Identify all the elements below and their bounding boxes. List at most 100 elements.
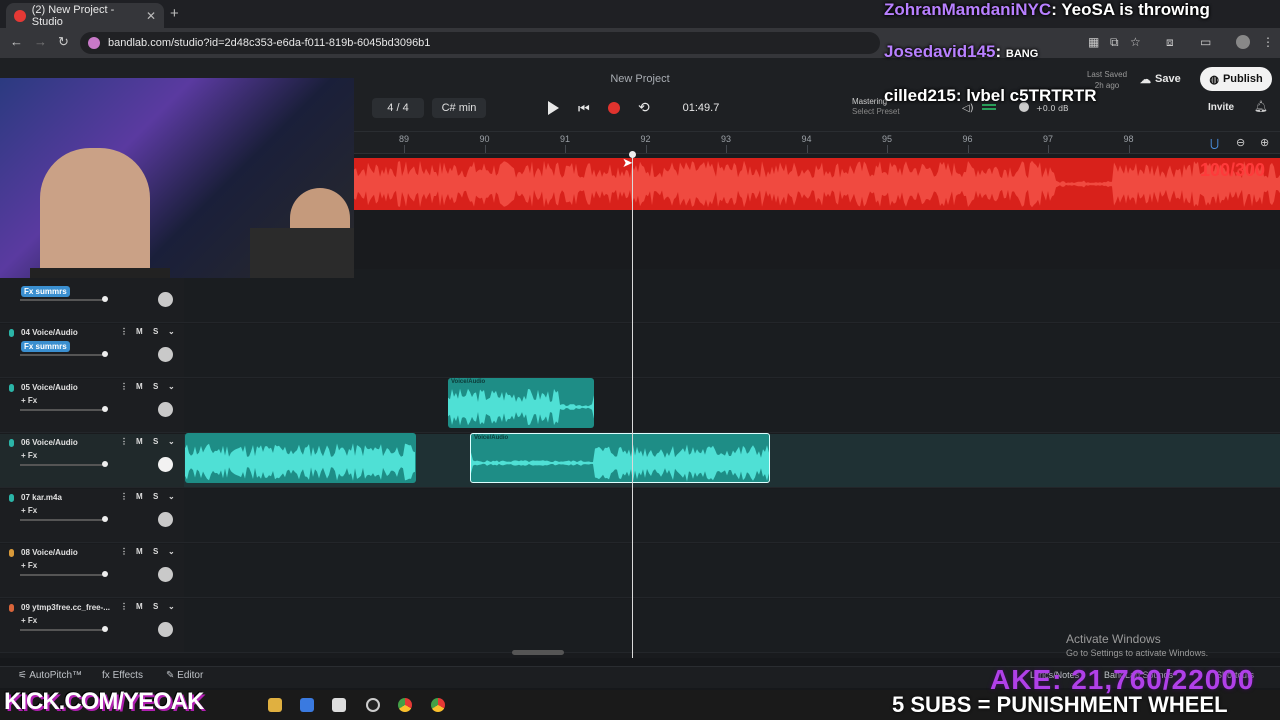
snap-magnet-icon[interactable]: ⋃: [1210, 137, 1219, 150]
volume-slider[interactable]: [20, 461, 108, 467]
track-name[interactable]: 07 kar.m4a: [21, 493, 62, 502]
track-name[interactable]: 09 ytmp3free.cc_free-...: [21, 603, 110, 612]
effects-button[interactable]: fx Effects: [102, 670, 143, 681]
fx-button[interactable]: + Fx: [21, 451, 37, 460]
volume-slider[interactable]: [20, 296, 108, 302]
extensions-puzzle-icon[interactable]: ⧈: [1166, 35, 1174, 50]
chevron-down-icon[interactable]: ⌄: [168, 437, 175, 446]
track-menu-icon[interactable]: ⋮: [120, 602, 128, 611]
pan-knob[interactable]: [158, 512, 173, 527]
mute-button[interactable]: M: [136, 437, 143, 446]
volume-slider-thumb[interactable]: [102, 351, 108, 357]
track-header[interactable]: 09 ytmp3free.cc_free-... ⋮ M S ⌄ + Fx: [0, 599, 184, 653]
mute-button[interactable]: M: [136, 602, 143, 611]
track-lane[interactable]: [184, 544, 1280, 598]
track-name[interactable]: 08 Voice/Audio: [21, 548, 78, 557]
track-header[interactable]: 07 kar.m4a ⋮ M S ⌄ + Fx: [0, 489, 184, 543]
volume-slider-thumb[interactable]: [102, 571, 108, 577]
autopitch-button[interactable]: ⚟ AutoPitch™: [18, 670, 82, 681]
solo-button[interactable]: S: [153, 382, 158, 391]
track-header[interactable]: 05 Voice/Audio ⋮ M S ⌄ + Fx: [0, 379, 184, 433]
play-icon[interactable]: [548, 101, 559, 115]
track-lane[interactable]: [184, 489, 1280, 543]
file-explorer-icon[interactable]: [268, 698, 282, 712]
volume-slider[interactable]: [20, 516, 108, 522]
solo-button[interactable]: S: [153, 437, 158, 446]
url-field[interactable]: bandlab.com/studio?id=2d48c353-e6da-f011…: [80, 32, 880, 54]
playhead[interactable]: [632, 154, 633, 658]
pan-knob[interactable]: [158, 402, 173, 417]
zoom-out-icon[interactable]: ⊖: [1236, 136, 1245, 149]
store-icon[interactable]: [300, 698, 314, 712]
cast-icon[interactable]: ⧉: [1110, 35, 1119, 50]
key-selector[interactable]: C# min: [432, 98, 486, 118]
track-header[interactable]: 06 Voice/Audio ⋮ M S ⌄ + Fx: [0, 434, 184, 488]
extension-icon[interactable]: ▦: [1088, 35, 1099, 49]
audio-clip[interactable]: Voice/Audio: [448, 378, 594, 428]
fx-button[interactable]: Fx summrs: [21, 286, 70, 297]
fx-button[interactable]: + Fx: [21, 561, 37, 570]
volume-slider-thumb[interactable]: [102, 516, 108, 522]
profile-avatar[interactable]: [1236, 35, 1250, 49]
volume-slider-thumb[interactable]: [102, 296, 108, 302]
volume-slider-thumb[interactable]: [102, 461, 108, 467]
track-menu-icon[interactable]: ⋮: [120, 492, 128, 501]
notepad-icon[interactable]: [332, 698, 346, 712]
volume-slider-thumb[interactable]: [102, 406, 108, 412]
volume-slider-thumb[interactable]: [102, 626, 108, 632]
volume-slider[interactable]: [20, 571, 108, 577]
chevron-down-icon[interactable]: ⌄: [168, 602, 175, 611]
track-menu-icon[interactable]: ⋮: [120, 382, 128, 391]
skip-to-start-icon[interactable]: ⏮: [578, 101, 590, 117]
browser-tab[interactable]: (2) New Project - Studio ✕: [6, 3, 164, 28]
mute-button[interactable]: M: [136, 547, 143, 556]
fx-button[interactable]: + Fx: [21, 616, 37, 625]
sidebar-icon[interactable]: ▭: [1200, 35, 1211, 49]
fx-button[interactable]: Fx summrs: [21, 341, 70, 352]
track-lane[interactable]: [184, 379, 1280, 433]
reload-icon[interactable]: ↻: [58, 34, 69, 50]
chevron-down-icon[interactable]: ⌄: [168, 382, 175, 391]
chrome-icon[interactable]: [398, 698, 412, 712]
track-menu-icon[interactable]: ⋮: [120, 437, 128, 446]
red-audio-region[interactable]: [354, 158, 1280, 210]
browser-menu-icon[interactable]: ⋮: [1262, 35, 1274, 49]
bookmark-star-icon[interactable]: ☆: [1130, 35, 1141, 49]
track-menu-icon[interactable]: ⋮: [120, 327, 128, 336]
fx-button[interactable]: + Fx: [21, 506, 37, 515]
chevron-down-icon[interactable]: ⌄: [168, 327, 175, 336]
invite-button[interactable]: Invite: [1208, 102, 1234, 113]
pan-knob[interactable]: [158, 347, 173, 362]
solo-button[interactable]: S: [153, 547, 158, 556]
loop-icon[interactable]: ⟲: [638, 99, 650, 116]
editor-button[interactable]: ✎ Editor: [166, 670, 203, 681]
back-icon[interactable]: ←: [10, 34, 23, 49]
volume-slider[interactable]: [20, 626, 108, 632]
track-name[interactable]: 05 Voice/Audio: [21, 383, 78, 392]
solo-button[interactable]: S: [153, 327, 158, 336]
site-info-icon[interactable]: [88, 37, 100, 49]
fx-button[interactable]: + Fx: [21, 396, 37, 405]
mute-button[interactable]: M: [136, 492, 143, 501]
pan-knob[interactable]: [158, 622, 173, 637]
pan-knob[interactable]: [158, 457, 173, 472]
horizontal-scrollbar[interactable]: [512, 650, 564, 655]
volume-slider[interactable]: [20, 351, 108, 357]
solo-button[interactable]: S: [153, 602, 158, 611]
chevron-down-icon[interactable]: ⌄: [168, 492, 175, 501]
obs-icon[interactable]: [366, 698, 380, 712]
zoom-in-icon[interactable]: ⊕: [1260, 136, 1269, 149]
volume-slider[interactable]: [20, 406, 108, 412]
track-name[interactable]: 04 Voice/Audio: [21, 328, 78, 337]
forward-icon[interactable]: →: [34, 34, 47, 49]
track-name[interactable]: 06 Voice/Audio: [21, 438, 78, 447]
pan-knob[interactable]: [158, 292, 173, 307]
new-tab-button[interactable]: +: [170, 5, 179, 22]
chevron-down-icon[interactable]: ⌄: [168, 547, 175, 556]
chrome-icon-2[interactable]: [431, 698, 445, 712]
project-title[interactable]: New Project: [560, 73, 720, 85]
track-header[interactable]: 08 Voice/Audio ⋮ M S ⌄ + Fx: [0, 544, 184, 598]
time-signature[interactable]: 4 / 4: [372, 98, 424, 118]
save-button[interactable]: ☁ Save: [1140, 68, 1192, 90]
audio-clip[interactable]: [185, 433, 416, 483]
